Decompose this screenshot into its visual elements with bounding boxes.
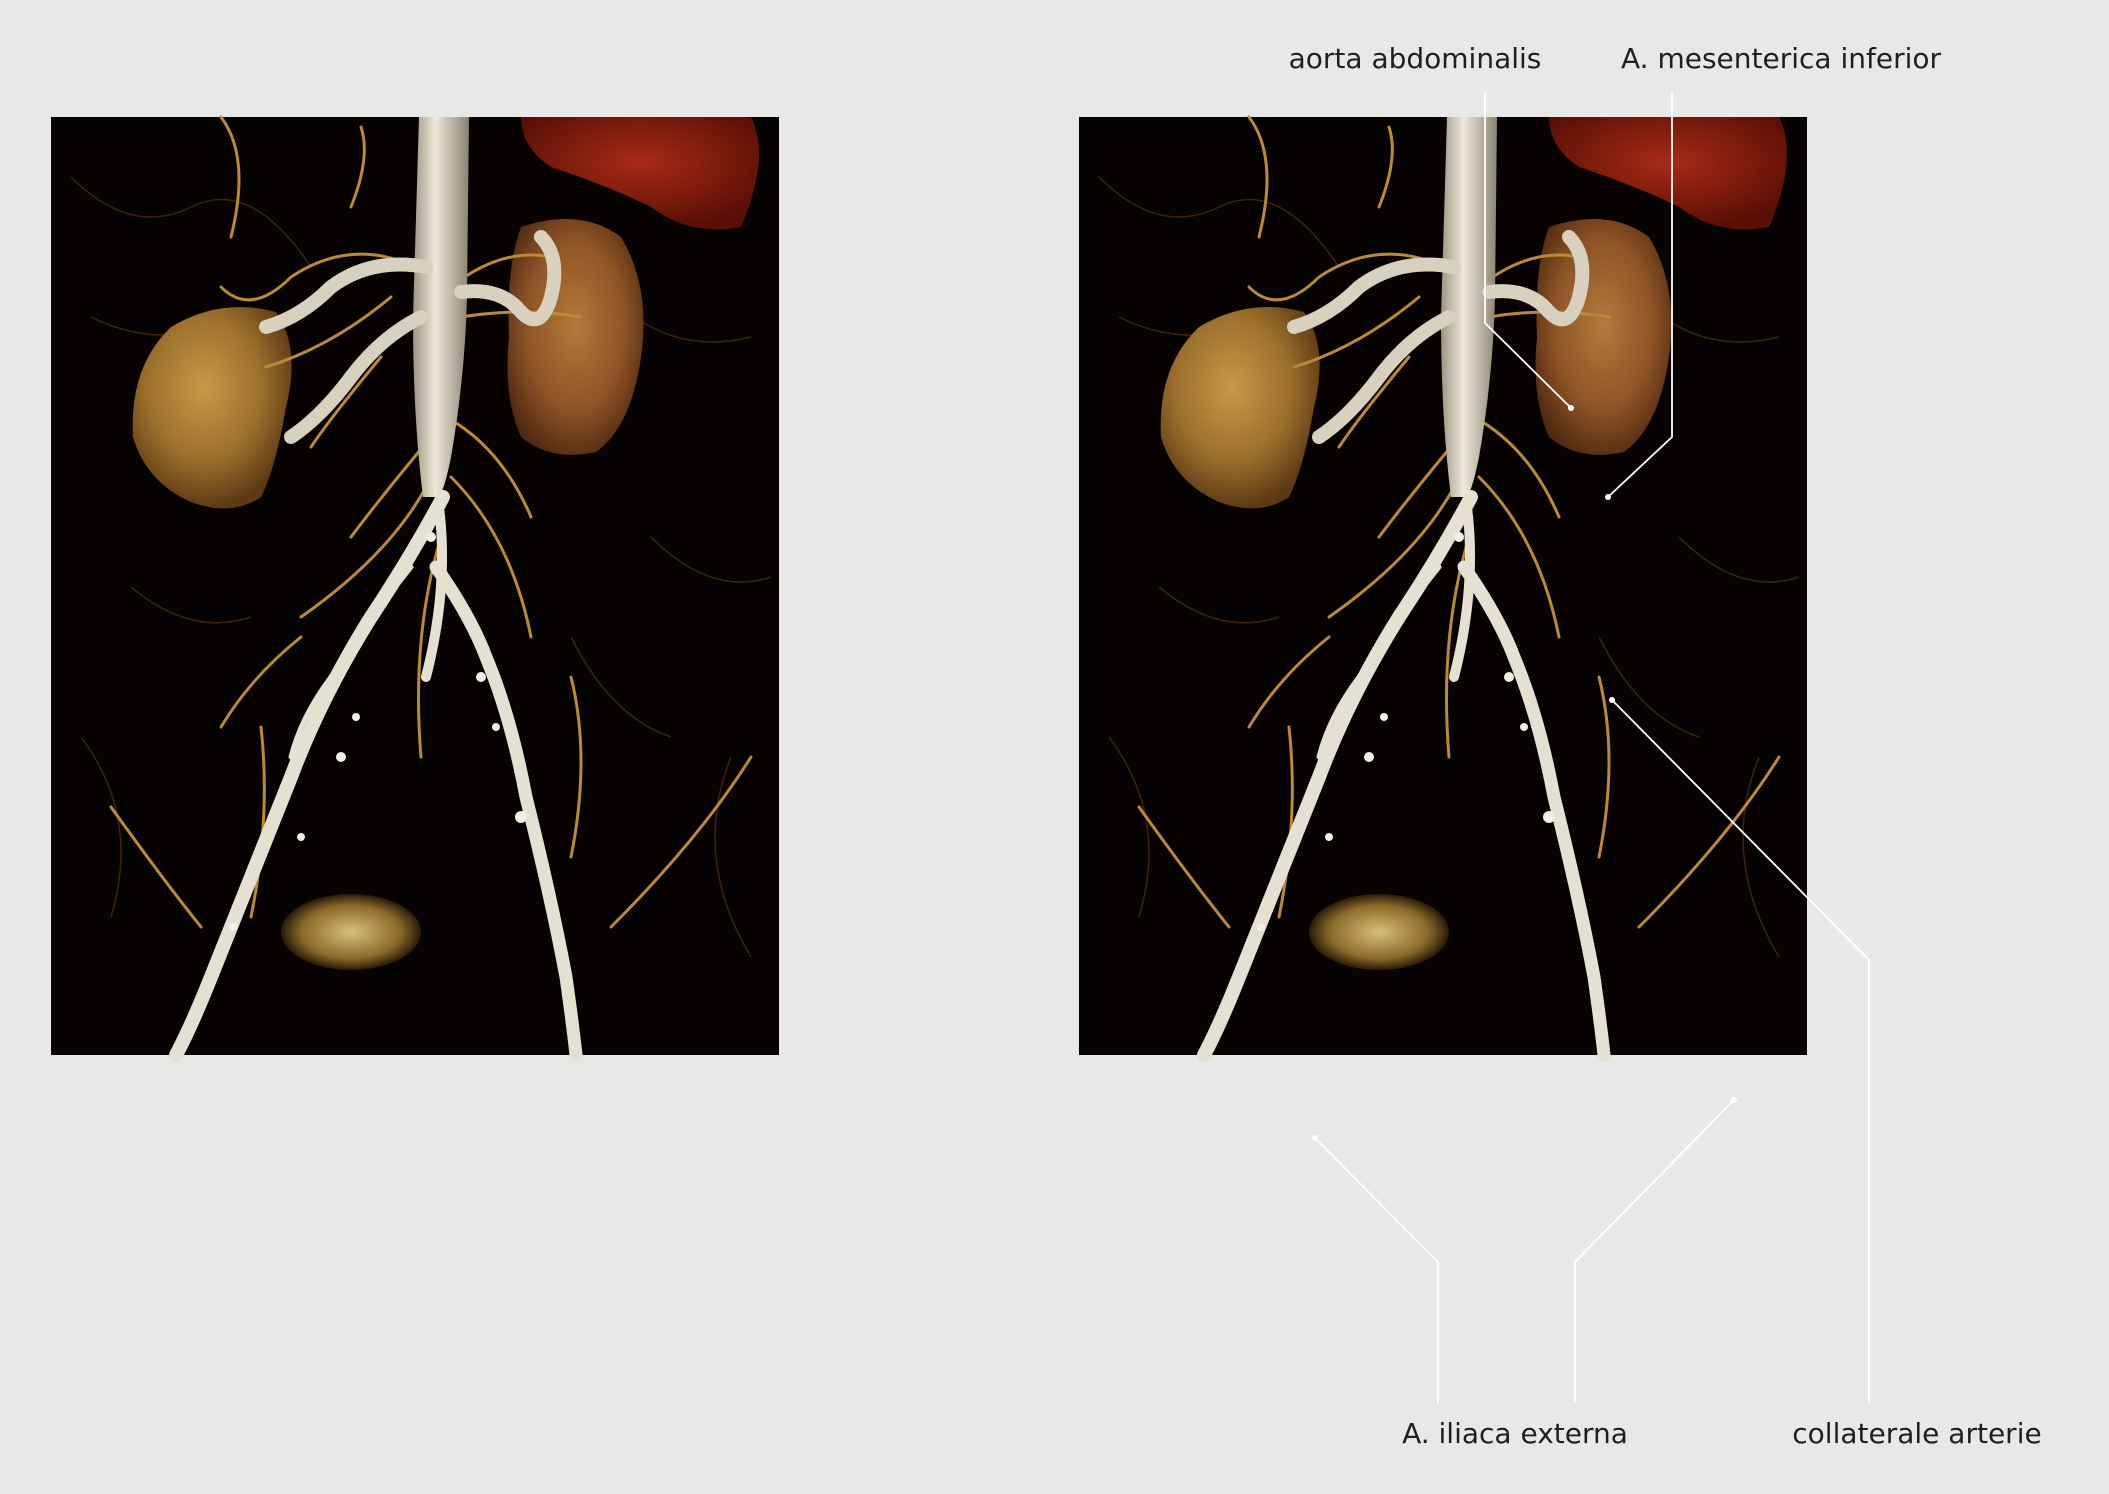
label-aorta-abdominalis: aorta abdominalis	[1289, 42, 1542, 75]
scan-panel-left	[51, 117, 779, 1055]
label-collaterale-arterie: collaterale arterie	[1792, 1417, 2041, 1450]
label-iliaca-externa: A. iliaca externa	[1402, 1417, 1628, 1450]
label-mesenterica-inferior: A. mesenterica inferior	[1621, 42, 1942, 75]
leader-iliaca-left	[1314, 1137, 1439, 1403]
scan-panel-right	[1079, 117, 1807, 1055]
figure: aorta abdominalis A. mesenterica inferio…	[0, 42, 2042, 1450]
leader-iliaca-right	[1574, 1099, 1735, 1403]
